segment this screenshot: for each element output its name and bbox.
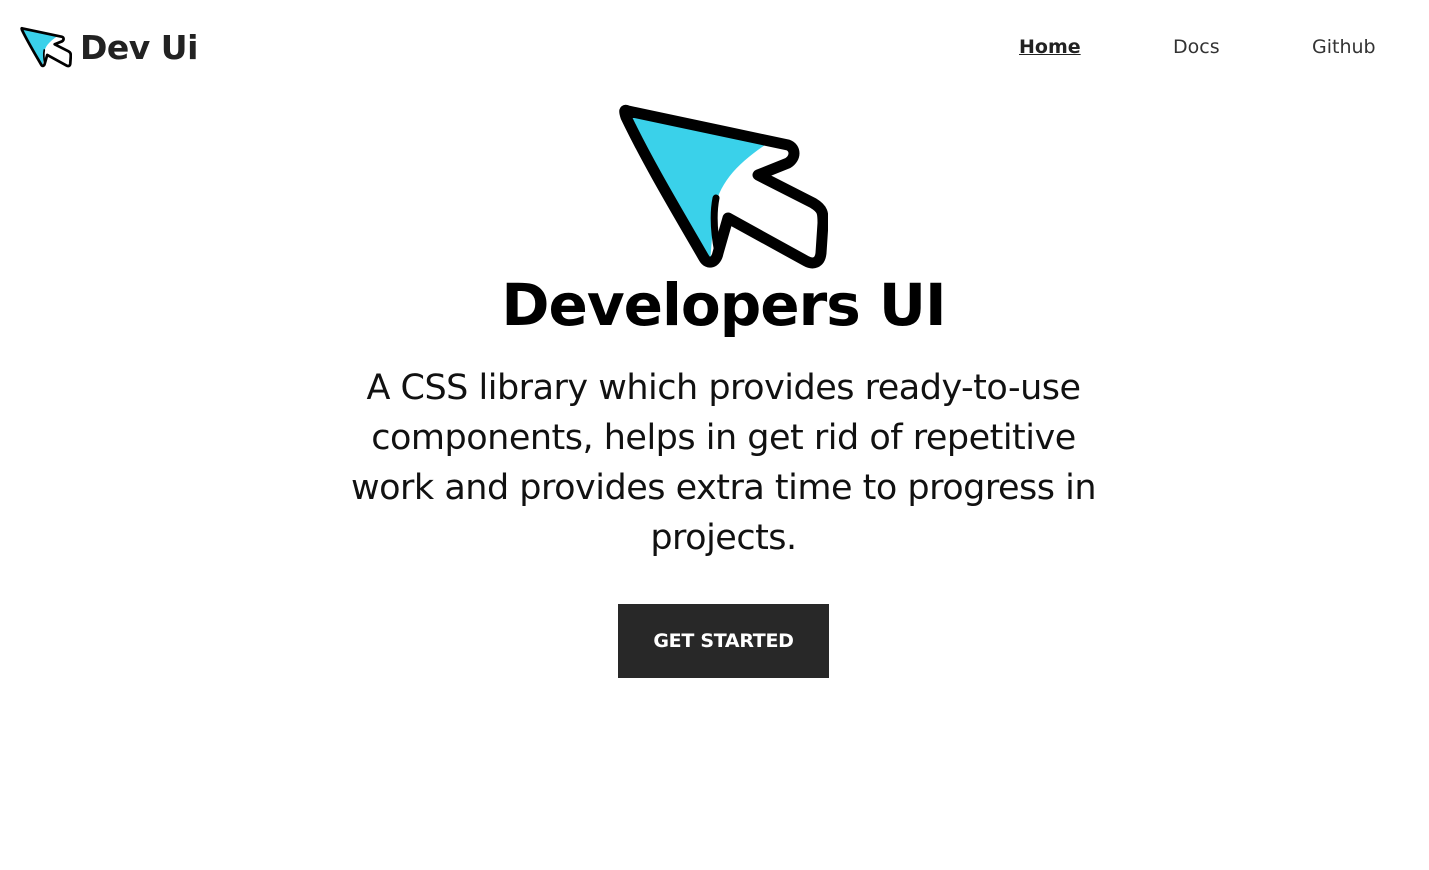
hero-title: Developers UI (501, 271, 946, 339)
cursor-arrow-icon (20, 26, 72, 68)
nav-home[interactable]: Home (1019, 36, 1081, 58)
navbar: Dev Ui Home Docs Github (0, 0, 1429, 96)
nav-github[interactable]: Github (1312, 36, 1376, 58)
nav-docs[interactable]: Docs (1173, 36, 1220, 58)
cursor-arrow-icon (619, 104, 828, 269)
get-started-button[interactable]: GET STARTED (618, 604, 829, 678)
hero-description: A CSS library which provides ready-to-us… (351, 368, 1097, 558)
brand-link[interactable]: Dev Ui (20, 26, 198, 68)
brand-name: Dev Ui (80, 27, 198, 67)
nav-links: Home Docs Github (960, 36, 1400, 62)
